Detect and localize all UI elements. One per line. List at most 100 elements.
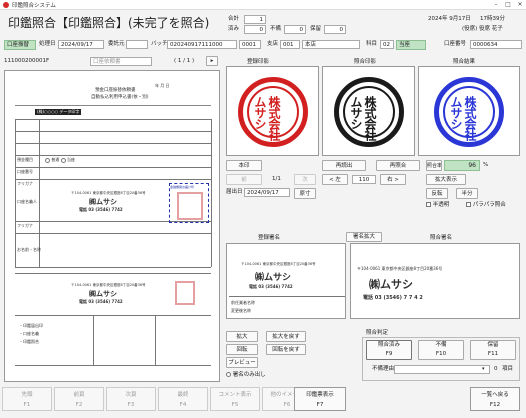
fkey-prev-page[interactable]: 前頁 F2 xyxy=(54,387,104,411)
doc-scroll-button[interactable]: ▸ xyxy=(206,56,218,66)
half-button[interactable]: 半分 xyxy=(456,188,478,199)
zoom-button[interactable]: 拡大 xyxy=(226,331,258,342)
collated-signature-panel: 〒104-0061 東京都中央区銀座8丁目20番36号 ㈱ムサシ 電話 03 (… xyxy=(350,243,520,319)
fkey-back-to-list[interactable]: 一覧へ戻る F12 xyxy=(470,387,520,411)
mismatch-label: 不備 xyxy=(270,26,282,32)
fkey-seal-key: F7 xyxy=(316,402,324,408)
reg-sig-addr: 〒104-0061 東京都中央区銀座8丁目20番36号 xyxy=(241,262,316,266)
reason-label: 不備理由 xyxy=(372,366,395,372)
fkey-last-key: F4 xyxy=(179,402,187,408)
doc-rule xyxy=(229,296,345,297)
prev-button[interactable]: 前 xyxy=(226,174,262,185)
doc-row2: 口座番号 xyxy=(17,169,33,174)
fkey-comment-key: F5 xyxy=(231,402,239,408)
doc-seal-stamp2 xyxy=(175,281,195,305)
fkey-next-page[interactable]: 次頁 F3 xyxy=(106,387,156,411)
parapara-checkbox[interactable]: パラパラ照合 xyxy=(466,201,506,210)
doc-to: (株)○○○○ データ印字 xyxy=(35,109,82,115)
result-seal-text: 株式会社ムサシ xyxy=(449,96,477,140)
fkey-comment[interactable]: コメント表示 F5 xyxy=(210,387,260,411)
zoom-restore-button[interactable]: 拡大を戻す xyxy=(266,331,306,342)
time-text: 17時39分 xyxy=(480,16,505,22)
show-signature-radio[interactable]: 署名のみ出し xyxy=(226,371,266,380)
enlarge-view-button[interactable]: 拡大表示 xyxy=(426,174,466,185)
hold-count: 0 xyxy=(324,25,346,34)
completed-count: 0 xyxy=(244,25,266,34)
reg-sig-before: 前任業者名称 xyxy=(231,300,255,305)
mismatch-button-label: 不備 xyxy=(435,342,447,348)
total-label: 合計 xyxy=(228,16,240,22)
rotate-button[interactable]: 回転 xyxy=(226,344,258,355)
maximize-icon[interactable]: □ xyxy=(502,0,514,10)
doc-rule xyxy=(15,267,211,268)
match-rate-unit: % xyxy=(483,162,489,168)
doc-addr1: 〒104-0061 東京都中央区銀座8丁目20番36号 xyxy=(71,191,146,195)
preview-button[interactable]: プレビュー xyxy=(226,357,258,368)
doc-rule xyxy=(15,167,211,168)
registered-date-label: 届出日 xyxy=(226,189,243,195)
registered-date-field: 2024/09/17 xyxy=(244,188,290,197)
doc-search-input[interactable]: 口座依頼書 xyxy=(90,57,152,66)
doc-rule xyxy=(39,119,40,267)
signature-zoom-button[interactable]: 署名拡大 xyxy=(346,232,382,242)
doc-id: 111000200001F xyxy=(4,58,50,64)
total-count: 1 xyxy=(244,15,266,24)
reread-button[interactable]: 再読出 xyxy=(322,160,366,171)
consignor-label: 委託元 xyxy=(108,41,125,47)
doc-rule xyxy=(15,119,16,267)
fkey-prev-key: F2 xyxy=(75,402,83,408)
consignor-field xyxy=(126,40,148,49)
rematch-button[interactable]: 再照合 xyxy=(376,160,420,171)
doc-rule xyxy=(15,273,211,274)
app-window: 印鑑照合システム – □ ✕ 印鑑照合【印鑑照合】(未完了を照合) 合計 1 済… xyxy=(0,0,526,418)
show-signature-label: 署名のみ出し xyxy=(232,372,266,378)
doc-title1: 預金口座振替依頼書 xyxy=(95,88,136,93)
fkey-last[interactable]: 最終 F4 xyxy=(158,387,208,411)
semi-transparent-checkbox[interactable]: 半透明 xyxy=(426,201,449,210)
close-icon[interactable]: ✕ xyxy=(514,0,526,10)
doc-rule xyxy=(15,155,211,156)
match-button[interactable]: 照合済み F9 xyxy=(366,340,412,360)
doc-row1: 預金種目 xyxy=(17,157,33,162)
process-date-label: 処理日 xyxy=(39,41,56,47)
doc-note1: ・印鑑届出印 xyxy=(19,323,43,328)
original-size-button[interactable]: 原寸 xyxy=(294,188,316,199)
doc-rule xyxy=(155,315,156,365)
hold-button[interactable]: 保留 F11 xyxy=(470,340,516,360)
mismatch-button[interactable]: 不備 F10 xyxy=(418,340,464,360)
fkey-prev-label: 前頁 xyxy=(73,392,85,398)
result-seal-panel: 株式会社ムサシ xyxy=(418,66,520,156)
doc-note2: ・口座名義 xyxy=(19,331,39,336)
fkey-seal-card[interactable]: 印鑑票表示 F7 xyxy=(294,387,346,411)
reg-sig-tel: 電話 03 (3546) 7742 xyxy=(249,284,293,289)
fkey-first-label: 先頭 xyxy=(21,392,33,398)
size-field[interactable]: 110 xyxy=(352,175,376,184)
registered-signature-panel: 〒104-0061 東京都中央区銀座8丁目20番36号 ㈱ムサシ 電話 03 (… xyxy=(226,243,346,319)
minimize-icon[interactable]: – xyxy=(490,0,502,10)
rotate-right-button[interactable]: 右 > xyxy=(380,174,406,185)
hon-in-button[interactable]: 本印 xyxy=(226,160,262,171)
subject-name-badge: 当座 xyxy=(396,40,426,50)
reg-sig-after: 変更後名称 xyxy=(231,308,251,313)
invert-button[interactable]: 反転 xyxy=(426,188,448,199)
rotate-restore-button[interactable]: 回転を戻す xyxy=(266,344,306,355)
fkey-comment-label: コメント表示 xyxy=(218,392,252,398)
registered-seal-image: 株式会社ムサシ xyxy=(238,77,308,147)
fkey-back-key: F12 xyxy=(489,402,501,408)
reason-select[interactable] xyxy=(394,365,490,374)
next-button[interactable]: 次 xyxy=(294,174,316,185)
collated-seal-panel: 株式会社ムサシ xyxy=(322,66,415,156)
result-seal-image: 株式会社ムサシ xyxy=(434,77,504,147)
rotate-left-button[interactable]: < 左 xyxy=(322,174,348,185)
subject-code-field: 02 xyxy=(380,40,394,49)
doc-seal-label: 金融機関お届け印 xyxy=(170,185,195,189)
hold-button-key: F11 xyxy=(487,351,499,357)
chevron-down-icon[interactable]: ▾ xyxy=(482,366,485,372)
doc-seal-frame: 金融機関お届け印 xyxy=(169,183,209,223)
reg-sig-name: ㈱ムサシ xyxy=(255,273,292,283)
registered-signature-label: 登録署名 xyxy=(258,235,281,241)
fkey-first-key: F1 xyxy=(23,402,31,408)
match-button-key: F9 xyxy=(385,351,393,357)
parapara-label: パラパラ照合 xyxy=(472,202,506,208)
fkey-first[interactable]: 先頭 F1 xyxy=(2,387,52,411)
